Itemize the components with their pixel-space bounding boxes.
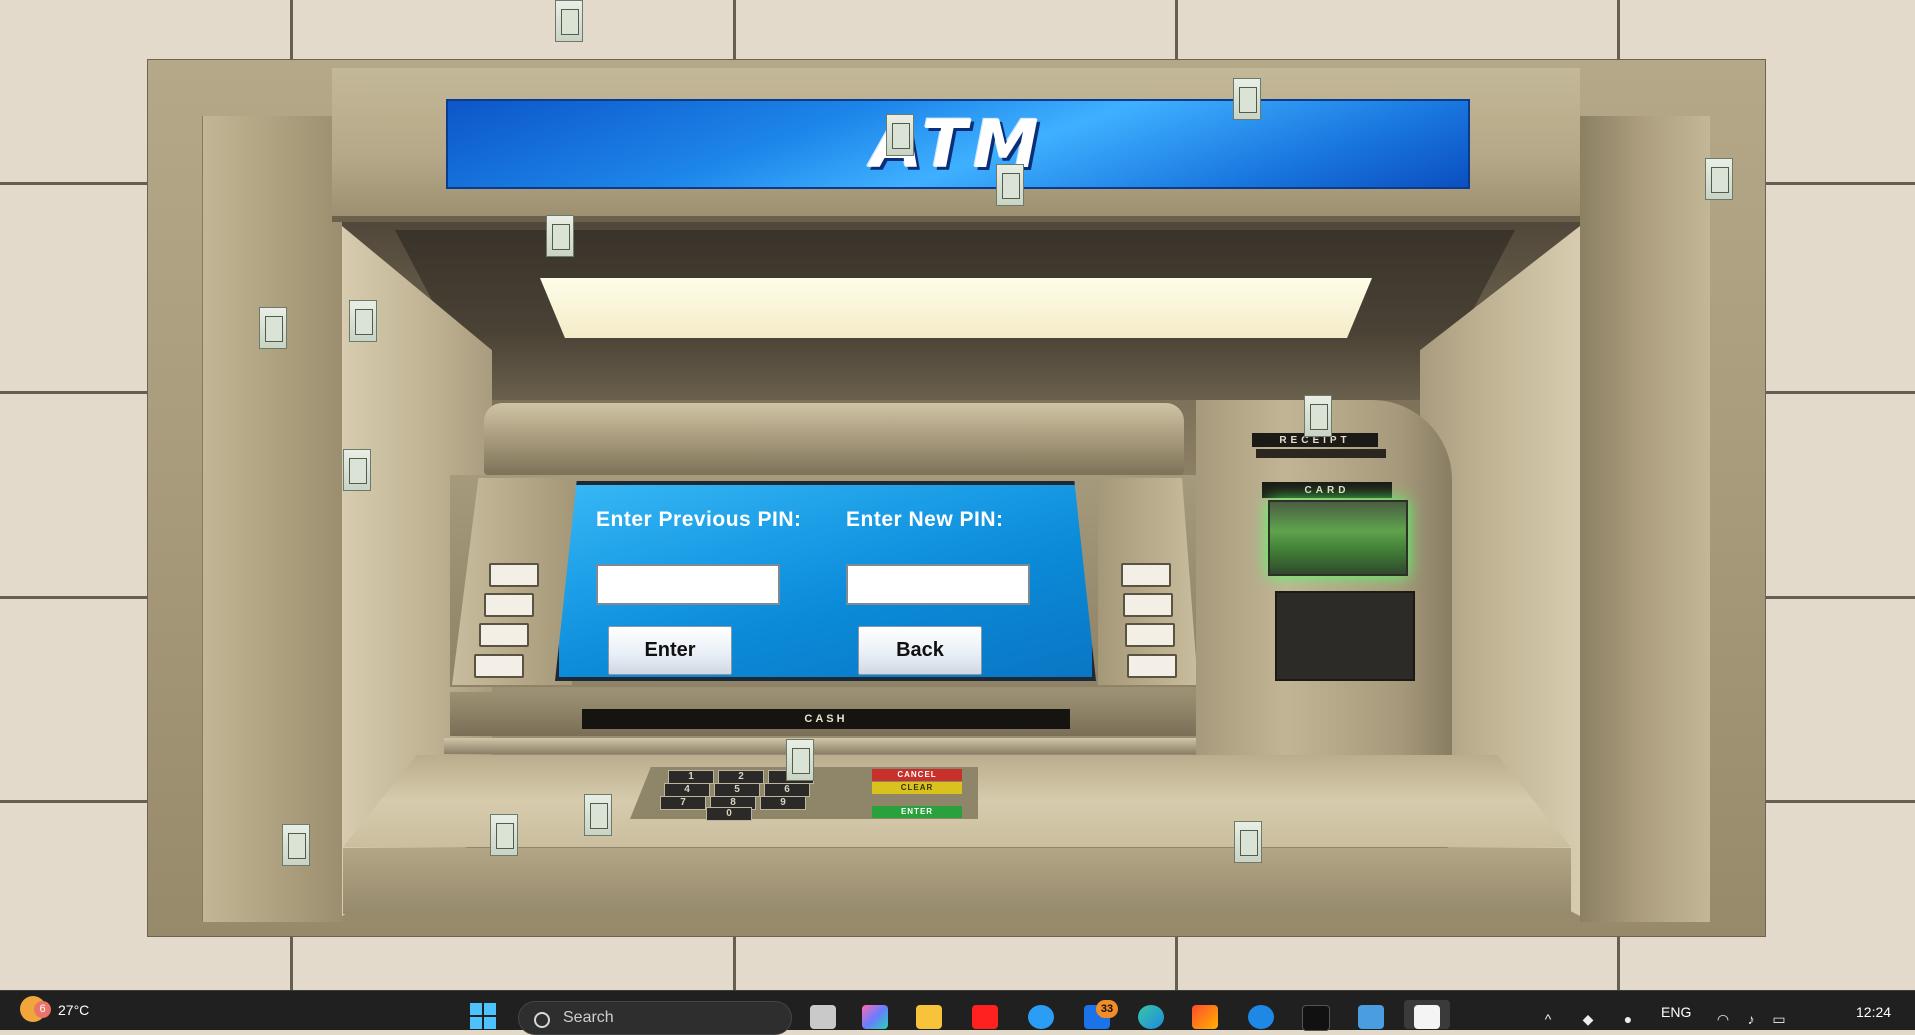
atm-banner: ATM <box>446 99 1470 189</box>
right-side-key-2[interactable] <box>1123 593 1173 617</box>
back-button[interactable]: Back <box>858 626 982 675</box>
banknote-sprite <box>1705 158 1733 200</box>
right-side-key-4[interactable] <box>1127 654 1177 678</box>
banknote-sprite <box>886 114 914 156</box>
weather-app-icon[interactable] <box>1028 1005 1054 1029</box>
card-label: CARD <box>1262 482 1392 498</box>
left-side-key-3[interactable] <box>479 623 529 647</box>
left-side-key-4[interactable] <box>474 654 524 678</box>
machine-ledge <box>444 738 1200 754</box>
card-label-text: CARD <box>1304 484 1350 496</box>
search-icon <box>534 1012 550 1028</box>
keypad-key-7[interactable]: 7 <box>660 796 706 810</box>
wall-tile-line <box>1175 0 1178 60</box>
banknote-sprite <box>786 739 814 781</box>
keypad-key-2[interactable]: 2 <box>718 770 764 784</box>
new-pin-label: Enter New PIN: <box>846 508 1004 531</box>
card-module-dark-panel <box>1275 591 1415 681</box>
weather-badge: 6 <box>34 1001 51 1018</box>
edge-icon[interactable] <box>1138 1005 1164 1029</box>
windows-logo-icon <box>470 1003 482 1015</box>
enter-button[interactable]: Enter <box>608 626 732 675</box>
banknote-sprite <box>555 0 583 42</box>
notepad-icon[interactable] <box>1358 1005 1384 1029</box>
mail-badge: 33 <box>1096 1000 1118 1018</box>
new-pin-field[interactable] <box>846 564 1030 605</box>
copilot-icon[interactable] <box>862 1005 888 1029</box>
banknote-sprite <box>259 307 287 349</box>
banknote-sprite <box>584 794 612 836</box>
shelf-front <box>343 848 1571 914</box>
network-status-icon[interactable]: ● <box>1620 1012 1636 1026</box>
wall-tile-line <box>1617 0 1620 60</box>
taskbar-search-box[interactable]: Search <box>518 1001 792 1035</box>
banknote-sprite <box>996 164 1024 206</box>
file-explorer-icon[interactable] <box>916 1005 942 1029</box>
clock-time[interactable]: 12:24 <box>1856 1004 1891 1020</box>
wall-tile-line <box>290 0 293 60</box>
left-side-key-2[interactable] <box>484 593 534 617</box>
atm-left-pillar <box>202 116 343 922</box>
keypad-cancel-key[interactable]: CANCEL <box>872 769 962 781</box>
keypad-clear-key[interactable]: CLEAR <box>872 782 962 794</box>
atm-light-panel <box>540 278 1372 338</box>
wall-tile-line <box>1617 935 1620 990</box>
java-icon[interactable] <box>1414 1005 1440 1029</box>
start-button[interactable] <box>470 1003 496 1029</box>
show-hidden-icons-chevron-icon[interactable]: ^ <box>1540 1012 1556 1026</box>
banknote-sprite <box>343 449 371 491</box>
dropbox-icon[interactable]: ◆ <box>1580 1012 1596 1026</box>
banknote-sprite <box>546 215 574 257</box>
office-icon[interactable] <box>1192 1005 1218 1029</box>
left-side-key-1[interactable] <box>489 563 539 587</box>
wall-tile-line <box>1175 935 1178 990</box>
terminal-icon[interactable] <box>1302 1005 1330 1031</box>
machine-top-housing <box>484 403 1184 475</box>
banknote-sprite <box>349 300 377 342</box>
card-reader-slot[interactable] <box>1268 500 1408 576</box>
keypad-key-6[interactable]: 6 <box>764 783 810 797</box>
youtube-icon[interactable] <box>972 1005 998 1029</box>
keypad-key-9[interactable]: 9 <box>760 796 806 810</box>
weather-temperature: 27°C <box>58 1002 90 1018</box>
keypad-key-4[interactable]: 4 <box>664 783 710 797</box>
battery-icon[interactable]: ▭ <box>1771 1012 1787 1026</box>
cash-slot-label: CASH <box>804 713 848 725</box>
task-view-icon[interactable] <box>810 1005 836 1029</box>
keypad-enter-key[interactable]: ENTER <box>872 806 962 818</box>
volume-icon[interactable]: ♪ <box>1743 1012 1759 1026</box>
right-side-key-1[interactable] <box>1121 563 1171 587</box>
cash-slot: CASH <box>582 709 1070 729</box>
wall-tile-line <box>290 935 293 990</box>
wall-tile-line <box>733 935 736 990</box>
atm-right-pillar <box>1580 116 1710 922</box>
keypad-key-1[interactable]: 1 <box>668 770 714 784</box>
previous-pin-label: Enter Previous PIN: <box>596 508 802 531</box>
banknote-sprite <box>490 814 518 856</box>
keypad-key-0[interactable]: 0 <box>706 807 752 821</box>
language-indicator[interactable]: ENG <box>1661 1004 1691 1020</box>
banknote-sprite <box>1233 78 1261 120</box>
wifi-icon[interactable]: ◠ <box>1715 1012 1731 1026</box>
right-side-key-3[interactable] <box>1125 623 1175 647</box>
browser-icon[interactable] <box>1248 1005 1274 1029</box>
banknote-sprite <box>1234 821 1262 863</box>
wall-tile-line <box>733 0 736 60</box>
banknote-sprite <box>282 824 310 866</box>
banknote-sprite <box>1304 395 1332 437</box>
keypad-key-5[interactable]: 5 <box>714 783 760 797</box>
receipt-slot <box>1256 449 1386 458</box>
previous-pin-field[interactable] <box>596 564 780 605</box>
